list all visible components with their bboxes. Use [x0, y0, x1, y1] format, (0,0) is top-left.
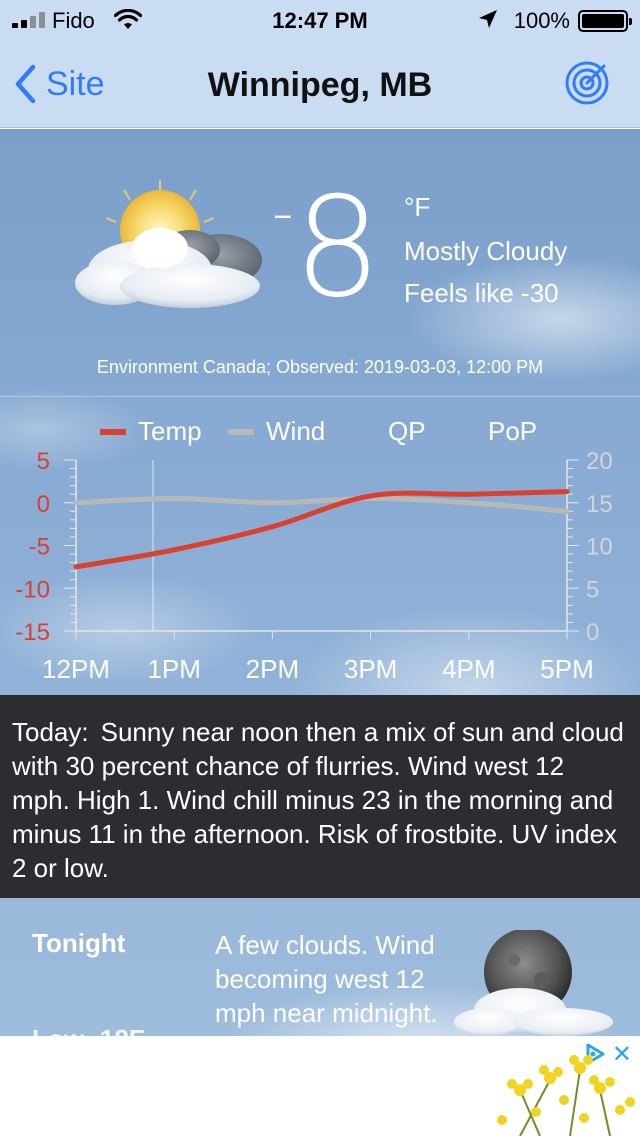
current-condition: Mostly Cloudy [404, 236, 568, 266]
feels-like: Feels like -30 [404, 278, 559, 308]
temperature-number: 8 [293, 167, 382, 328]
x-tick-label: 4PM [442, 654, 495, 684]
battery-icon [578, 10, 632, 32]
observation-source: Environment Canada; Observed: 2019-03-03… [96, 357, 544, 377]
right-tick-label: 0 [586, 619, 599, 646]
x-tick-label: 2PM [246, 654, 299, 684]
tonight-label: Tonight [32, 928, 126, 958]
right-tick-label: 10 [586, 534, 613, 561]
hourly-chart: Temp Wind QP PoP 5 0 -5 -10 -15 20 15 10 5 0 12PM 1PM 2P… [15, 416, 613, 684]
legend-label: Temp [138, 416, 202, 446]
current-temperature: -8 [272, 178, 381, 318]
x-tick-label: 1PM [147, 654, 200, 684]
left-tick-label: 5 [37, 448, 50, 475]
left-tick-label: -10 [15, 576, 50, 603]
page-title: Winnipeg, MB [207, 66, 433, 104]
today-forecast: Today: Sunny near noon then a mix of sun … [0, 695, 640, 898]
x-tick-label: 3PM [344, 654, 397, 684]
left-tick-label: -5 [29, 534, 50, 561]
location-arrow-icon [479, 10, 497, 28]
divider [0, 396, 640, 397]
flowers-image [497, 1055, 635, 1136]
left-tick-label: -15 [15, 619, 50, 646]
sun-behind-cloud-icon [75, 180, 262, 308]
right-tick-label: 15 [586, 491, 613, 518]
right-tick-label: 5 [586, 576, 599, 603]
legend-label: QP [388, 416, 426, 446]
today-text: Sunny near noon then a mix of sun and cl… [12, 717, 624, 883]
ad-banner[interactable]: ✕ [0, 1036, 640, 1136]
navigation-bar: Site Winnipeg, MB [0, 40, 640, 128]
today-label: Today: [12, 717, 89, 747]
radar-icon[interactable] [564, 60, 610, 106]
left-tick-label: 0 [37, 491, 50, 518]
x-tick-label: 5PM [540, 654, 593, 684]
status-bar: Fido 12:47 PM 100% [0, 0, 640, 40]
tonight-text: A few clouds. Wind becoming west 12 mph … [215, 930, 438, 1028]
battery-percent: 100% [513, 8, 570, 33]
moon-behind-cloud-icon [454, 930, 613, 1036]
right-tick-label: 20 [586, 448, 613, 475]
temperature-unit: °F [404, 192, 431, 222]
x-tick-label: 12PM [42, 654, 110, 684]
temperature-sign: - [272, 178, 294, 248]
legend-label: Wind [266, 416, 325, 446]
legend-label: PoP [488, 416, 537, 446]
